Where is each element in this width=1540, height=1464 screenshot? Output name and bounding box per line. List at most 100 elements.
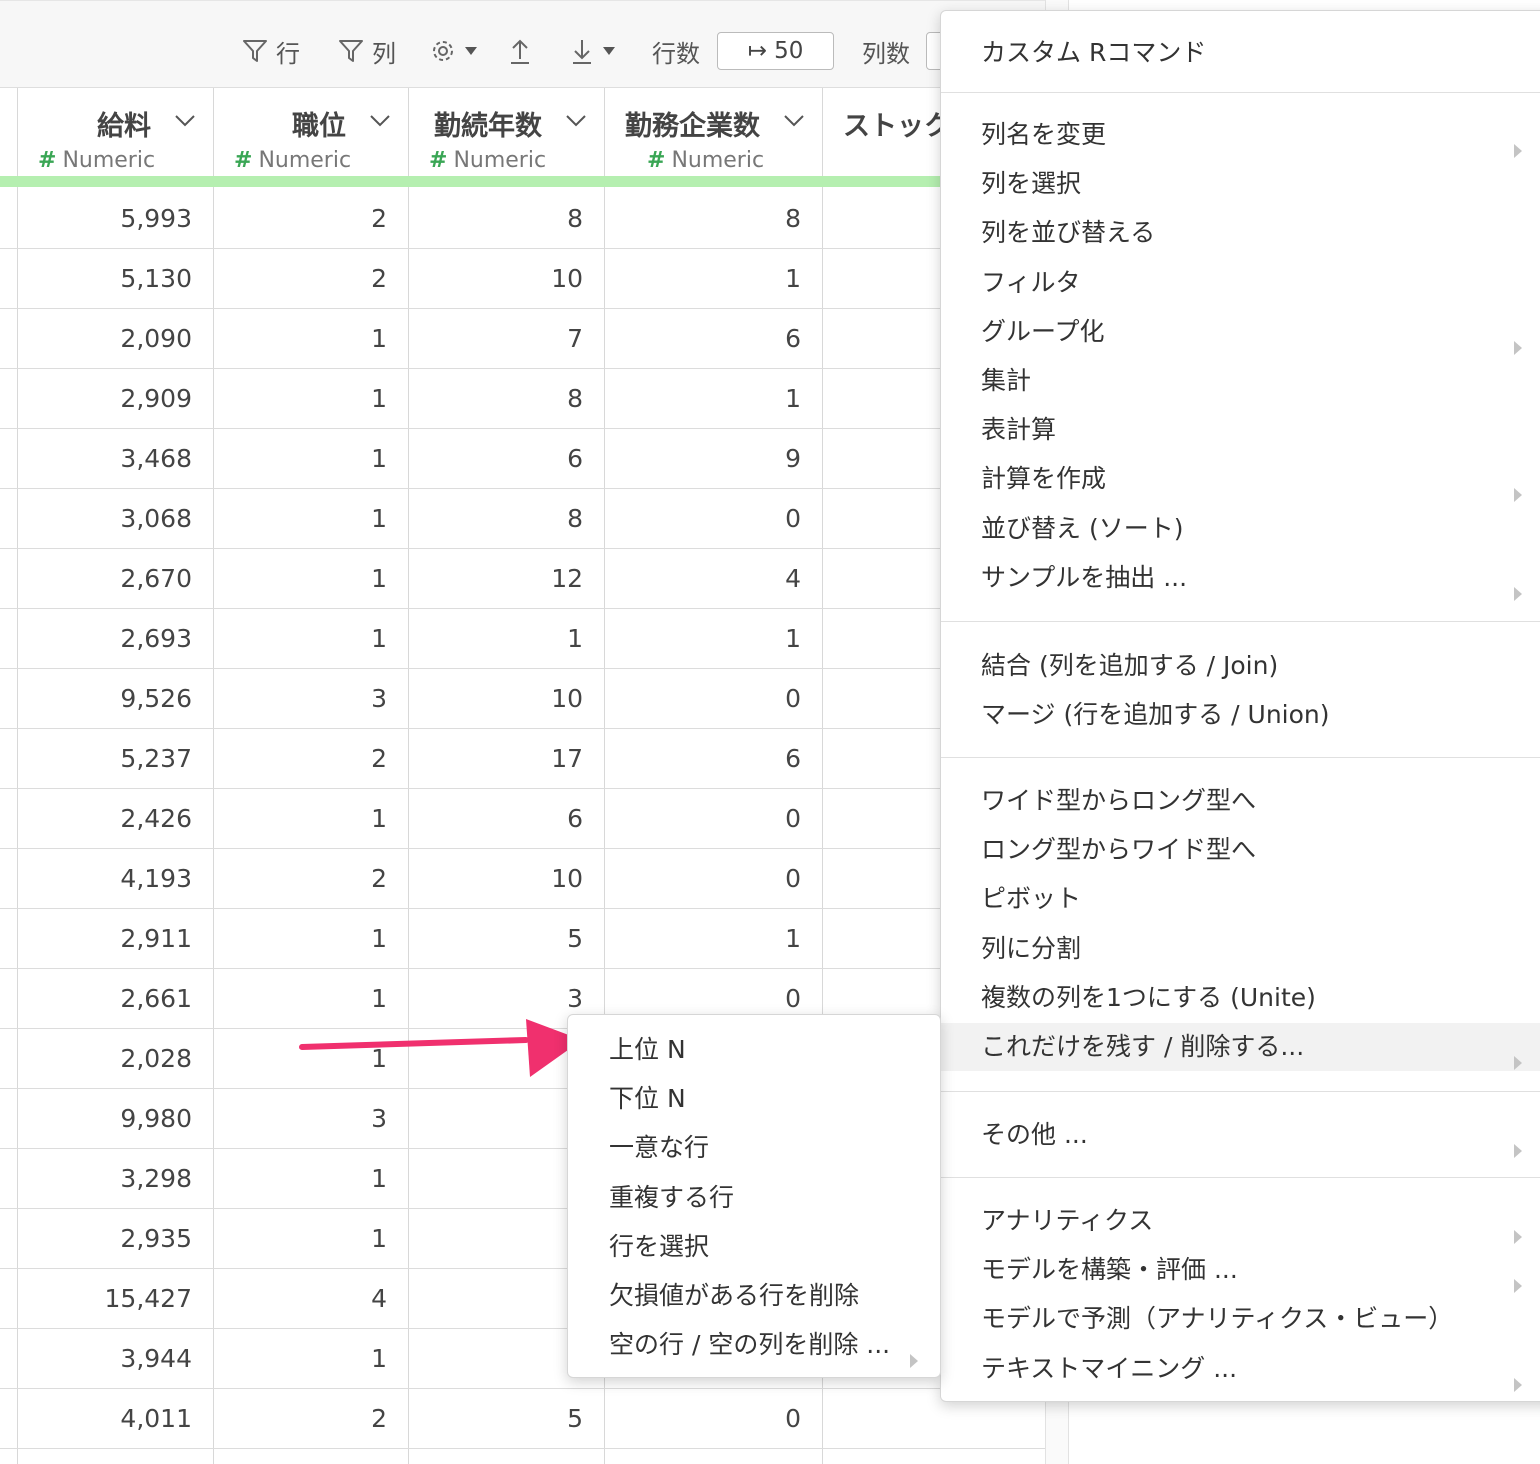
menu-item[interactable]: 計算を作成 [941, 455, 1540, 503]
table-cell[interactable]: 8 [567, 504, 583, 534]
table-cell[interactable]: 1 [371, 804, 387, 834]
column-header-salary[interactable]: 給料 # Numeric [18, 90, 213, 176]
chevron-down-icon[interactable] [370, 112, 390, 131]
table-cell[interactable]: 1 [371, 1344, 387, 1374]
table-cell[interactable]: 0 [785, 504, 801, 534]
chevron-down-icon[interactable] [566, 112, 586, 131]
submenu-item[interactable]: 重複する行 [568, 1174, 940, 1222]
submenu-item[interactable]: 上位 N [568, 1026, 940, 1074]
menu-item[interactable]: 列に分割 [941, 925, 1540, 973]
table-cell[interactable]: 1 [785, 264, 801, 294]
table-cell[interactable]: 1 [567, 624, 583, 654]
table-cell[interactable]: 2,028 [120, 1044, 192, 1074]
table-cell[interactable]: 1 [371, 324, 387, 354]
table-cell[interactable]: 0 [785, 1404, 801, 1434]
table-cell[interactable]: 5,237 [120, 744, 192, 774]
table-cell[interactable]: 2 [371, 1404, 387, 1434]
table-cell[interactable]: 2,911 [120, 924, 192, 954]
menu-item[interactable]: これだけを残す / 削除する... [941, 1023, 1540, 1071]
table-cell[interactable]: 5,993 [120, 204, 192, 234]
table-cell[interactable]: 12 [551, 564, 583, 594]
table-cell[interactable]: 3,944 [120, 1344, 192, 1374]
table-cell[interactable]: 3 [371, 684, 387, 714]
table-cell[interactable]: 6 [785, 324, 801, 354]
menu-item[interactable]: 集計 [941, 357, 1540, 405]
table-cell[interactable]: 10 [551, 684, 583, 714]
table-cell[interactable]: 8 [567, 384, 583, 414]
submenu-item[interactable]: 欠損値がある行を削除 [568, 1272, 940, 1320]
menu-item[interactable]: フィルタ [941, 259, 1540, 307]
column-filter-button[interactable]: 列 [338, 31, 396, 71]
table-cell[interactable]: 6 [567, 804, 583, 834]
menu-item[interactable]: ワイド型からロング型へ [941, 777, 1540, 825]
table-cell[interactable]: 1 [371, 384, 387, 414]
table-cell[interactable]: 2,426 [120, 804, 192, 834]
table-cell[interactable]: 2 [371, 744, 387, 774]
menu-item[interactable]: グループ化 [941, 308, 1540, 356]
submenu-item[interactable]: 一意な行 [568, 1124, 940, 1172]
table-cell[interactable]: 6 [785, 744, 801, 774]
table-cell[interactable]: 17 [551, 744, 583, 774]
table-cell[interactable]: 3 [567, 984, 583, 1014]
column-header-position[interactable]: 職位 # Numeric [214, 90, 408, 176]
table-cell[interactable]: 5,130 [120, 264, 192, 294]
menu-item[interactable]: 列を並び替える [941, 209, 1540, 257]
table-cell[interactable]: 2 [371, 864, 387, 894]
table-cell[interactable]: 3 [371, 1104, 387, 1134]
menu-item[interactable]: ピボット [941, 875, 1540, 923]
table-cell[interactable]: 3,298 [120, 1164, 192, 1194]
table-cell[interactable]: 1 [371, 504, 387, 534]
table-cell[interactable]: 4,011 [120, 1404, 192, 1434]
chevron-down-icon[interactable] [175, 112, 195, 131]
table-cell[interactable]: 1 [371, 1224, 387, 1254]
table-cell[interactable]: 4,193 [120, 864, 192, 894]
row-filter-button[interactable]: 行 [242, 31, 300, 71]
menu-item[interactable]: 複数の列を1つにする (Unite) [941, 974, 1540, 1022]
table-cell[interactable]: 9 [785, 444, 801, 474]
menu-item[interactable]: 列を選択 [941, 160, 1540, 208]
table-cell[interactable]: 2,090 [120, 324, 192, 354]
table-cell[interactable]: 1 [785, 624, 801, 654]
download-dropdown-button[interactable] [570, 31, 616, 71]
table-cell[interactable]: 2,909 [120, 384, 192, 414]
submenu-item[interactable]: 下位 N [568, 1075, 940, 1123]
table-cell[interactable]: 8 [785, 204, 801, 234]
menu-item[interactable]: 結合 (列を追加する / Join) [941, 642, 1540, 690]
table-cell[interactable]: 3,068 [120, 504, 192, 534]
table-cell[interactable]: 0 [785, 984, 801, 1014]
table-cell[interactable]: 1 [371, 984, 387, 1014]
table-cell[interactable]: 0 [785, 684, 801, 714]
table-cell[interactable]: 9,526 [120, 684, 192, 714]
table-cell[interactable]: 8 [567, 204, 583, 234]
menu-item[interactable]: ロング型からワイド型へ [941, 826, 1540, 874]
table-cell[interactable]: 1 [371, 624, 387, 654]
table-cell[interactable]: 1 [371, 564, 387, 594]
table-cell[interactable]: 7 [567, 324, 583, 354]
table-cell[interactable]: 1 [371, 444, 387, 474]
column-header-years-employed[interactable]: 勤続年数 # Numeric [409, 90, 604, 176]
table-cell[interactable]: 2,670 [120, 564, 192, 594]
table-cell[interactable]: 2,693 [120, 624, 192, 654]
menu-item[interactable]: マージ (行を追加する / Union) [941, 691, 1540, 739]
table-cell[interactable]: 1 [785, 384, 801, 414]
menu-item[interactable]: アナリティクス [941, 1197, 1540, 1245]
table-cell[interactable]: 5 [567, 1404, 583, 1434]
submenu-item[interactable]: 空の行 / 空の列を削除 ... [568, 1321, 940, 1369]
table-cell[interactable]: 10 [551, 864, 583, 894]
table-cell[interactable]: 0 [785, 864, 801, 894]
column-header-stock[interactable]: ストック [823, 90, 943, 176]
table-cell[interactable]: 0 [785, 804, 801, 834]
table-cell[interactable]: 6 [567, 444, 583, 474]
table-cell[interactable]: 3,468 [120, 444, 192, 474]
table-cell[interactable]: 1 [371, 1164, 387, 1194]
menu-item-custom-r-command[interactable]: カスタム Rコマンド [941, 29, 1540, 77]
menu-item[interactable]: 表計算 [941, 406, 1540, 454]
table-cell[interactable]: 1 [785, 924, 801, 954]
table-cell[interactable]: 9,980 [120, 1104, 192, 1134]
menu-item[interactable]: 列名を変更 [941, 111, 1540, 159]
table-cell[interactable]: 4 [785, 564, 801, 594]
menu-item[interactable]: その他 ... [941, 1111, 1540, 1159]
row-count-input[interactable]: ↦ 50 [717, 32, 834, 70]
table-cell[interactable]: 5 [567, 924, 583, 954]
table-cell[interactable]: 2 [371, 204, 387, 234]
